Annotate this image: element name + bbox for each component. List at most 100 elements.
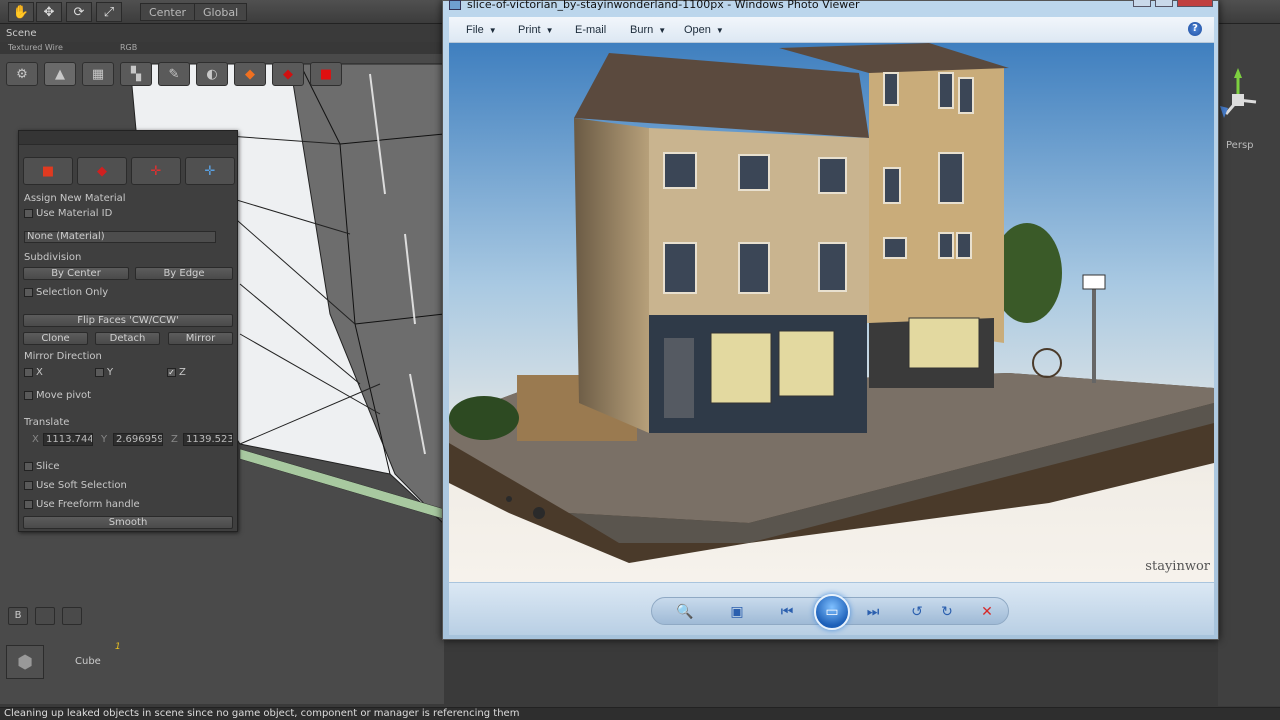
color-mode-dropdown[interactable]: RGB [120, 43, 137, 52]
rotate-icon[interactable]: ⟳ [66, 2, 92, 22]
blank-button-2[interactable] [62, 607, 82, 625]
mirror-y-label: Y [107, 367, 114, 378]
cube-icon[interactable]: ■ [310, 62, 342, 86]
menu-burn-label: Burn [630, 24, 654, 36]
scale-icon[interactable]: ⤢ [96, 2, 122, 22]
menu-email[interactable]: E-mail [575, 24, 606, 36]
zoom-icon[interactable]: 🔍 [674, 603, 696, 621]
object-name[interactable]: Cube [75, 656, 101, 667]
eraser-icon[interactable]: ◆ [77, 157, 127, 185]
photo-viewer-app-icon [449, 0, 461, 10]
previous-icon[interactable]: ⏮ [776, 603, 798, 621]
texture-icon[interactable]: ▦ [82, 62, 114, 86]
scene-tab-label: Scene [6, 28, 37, 39]
pivot-center-button[interactable]: Center [141, 4, 194, 20]
delete-icon[interactable]: ✕ [976, 603, 998, 621]
render-mode-dropdown[interactable]: Textured Wire [8, 43, 63, 52]
window-title: slice-of-victorian_by-stayinwonderland-1… [467, 0, 860, 11]
menu-file-label: File [466, 24, 484, 36]
vertex-color-icon[interactable]: ✎ [158, 62, 190, 86]
rotate-cw-icon[interactable]: ↻ [936, 603, 958, 621]
menu-file[interactable]: File ▼ [466, 24, 497, 36]
status-bar: Cleaning up leaked objects in scene sinc… [0, 707, 1280, 720]
translate-y-field[interactable]: 2.696959 [113, 433, 163, 446]
mirror-z-label: Z [179, 367, 186, 378]
shape-icon[interactable]: ▲ [44, 62, 76, 86]
victorian-diorama-image [449, 43, 1214, 582]
pivot-toggle: Center Global [140, 3, 248, 21]
mirror-y-checkbox[interactable]: Y [95, 367, 113, 378]
move-pivot-checkbox[interactable]: Move pivot [24, 390, 91, 401]
menu-open-label: Open [684, 24, 711, 36]
help-icon[interactable]: ? [1188, 22, 1202, 36]
image-watermark: stayinwor [1145, 559, 1210, 574]
slice-label: Slice [36, 461, 60, 472]
scene-gizmo-icon[interactable] [1218, 64, 1280, 184]
probuilder-toolbar: ⚙ ▲ ▦ ▚ ✎ ◐ ◆ ◆ ■ [6, 62, 342, 86]
cube-thumbnail-icon[interactable]: ⬢ [6, 645, 44, 679]
material-icon[interactable]: ◆ [234, 62, 266, 86]
translate-y-label: Y [101, 434, 108, 445]
settings-gear-icon[interactable]: ⚙ [6, 62, 38, 86]
translate-x-field[interactable]: 1113.744 [43, 433, 93, 446]
panel-tool-row: ■ ◆ ✛ ✛ [23, 157, 235, 185]
selection-only-label: Selection Only [36, 287, 109, 298]
new-material-icon[interactable]: ■ [23, 157, 73, 185]
slice-checkbox[interactable]: Slice [24, 461, 60, 472]
hand-icon[interactable]: ✋ [8, 2, 34, 22]
b-button[interactable]: B [8, 607, 28, 625]
smooth-button[interactable]: Smooth [23, 516, 233, 529]
photo-display[interactable]: stayinwor [449, 43, 1214, 582]
mirror-button[interactable]: Mirror [168, 332, 233, 345]
mirror-x-label: X [36, 367, 43, 378]
viewer-controls: 🔍 ▣ ⏮ ▭ ⏭ ↺ ↻ ✕ [449, 583, 1214, 635]
checker-icon[interactable]: ▚ [120, 62, 152, 86]
material-field[interactable]: None (Material) [24, 231, 216, 243]
mirror-z-checkbox[interactable]: ✓ Z [167, 367, 186, 378]
menu-burn[interactable]: Burn ▼ [630, 24, 666, 36]
mirror-x-checkbox[interactable]: X [24, 367, 43, 378]
smoothing-icon[interactable]: ◐ [196, 62, 228, 86]
menu-print[interactable]: Print ▼ [518, 24, 554, 36]
pivot-icon[interactable]: ✛ [131, 157, 181, 185]
right-panel: Persp [1218, 24, 1280, 706]
translate-z-label: Z [171, 434, 178, 445]
clone-button[interactable]: Clone [23, 332, 88, 345]
panel-header[interactable] [19, 131, 237, 145]
actual-size-icon[interactable]: ▣ [726, 603, 748, 621]
translate-label: Translate [24, 417, 70, 428]
slideshow-icon[interactable]: ▭ [814, 594, 850, 630]
flip-faces-button[interactable]: Flip Faces 'CW/CCW' [23, 314, 233, 327]
use-material-id-label: Use Material ID [36, 208, 113, 219]
assign-new-material-label: Assign New Material [24, 193, 126, 204]
face-icon[interactable]: ◆ [272, 62, 304, 86]
menu-open[interactable]: Open ▼ [684, 24, 724, 36]
freeform-handle-checkbox[interactable]: Use Freeform handle [24, 499, 140, 510]
photo-viewer-window: slice-of-victorian_by-stayinwonderland-1… [442, 0, 1219, 640]
blank-button-1[interactable] [35, 607, 55, 625]
maximize-button[interactable] [1155, 0, 1173, 7]
persp-label[interactable]: Persp [1226, 140, 1254, 151]
close-window-button[interactable] [1177, 0, 1213, 7]
by-edge-button[interactable]: By Edge [135, 267, 233, 280]
scene-tab[interactable]: Scene [0, 26, 444, 42]
count-badge: 1 [115, 642, 121, 652]
use-material-id-checkbox[interactable]: Use Material ID [24, 208, 112, 219]
axis-icon[interactable]: ✛ [185, 157, 235, 185]
minimize-button[interactable] [1133, 0, 1151, 7]
subdivision-label: Subdivision [24, 252, 82, 263]
by-center-button[interactable]: By Center [23, 267, 129, 280]
mirror-direction-label: Mirror Direction [24, 351, 102, 362]
chevron-down-icon: ▼ [658, 26, 667, 35]
control-bar: 🔍 ▣ ⏮ ▭ ⏭ ↺ ↻ ✕ [651, 594, 1009, 630]
menu-bar: File ▼ Print ▼ E-mail Burn ▼ Open ▼ ? [449, 17, 1214, 43]
translate-z-field[interactable]: 1139.523 [183, 433, 233, 446]
selection-only-checkbox[interactable]: Selection Only [24, 287, 108, 298]
rotate-ccw-icon[interactable]: ↺ [906, 603, 928, 621]
move-icon[interactable]: ✥ [36, 2, 62, 22]
pivot-global-button[interactable]: Global [194, 4, 246, 20]
next-icon[interactable]: ⏭ [862, 603, 884, 621]
soft-selection-checkbox[interactable]: Use Soft Selection [24, 480, 127, 491]
detach-button[interactable]: Detach [95, 332, 160, 345]
menu-email-label: E-mail [575, 24, 607, 36]
